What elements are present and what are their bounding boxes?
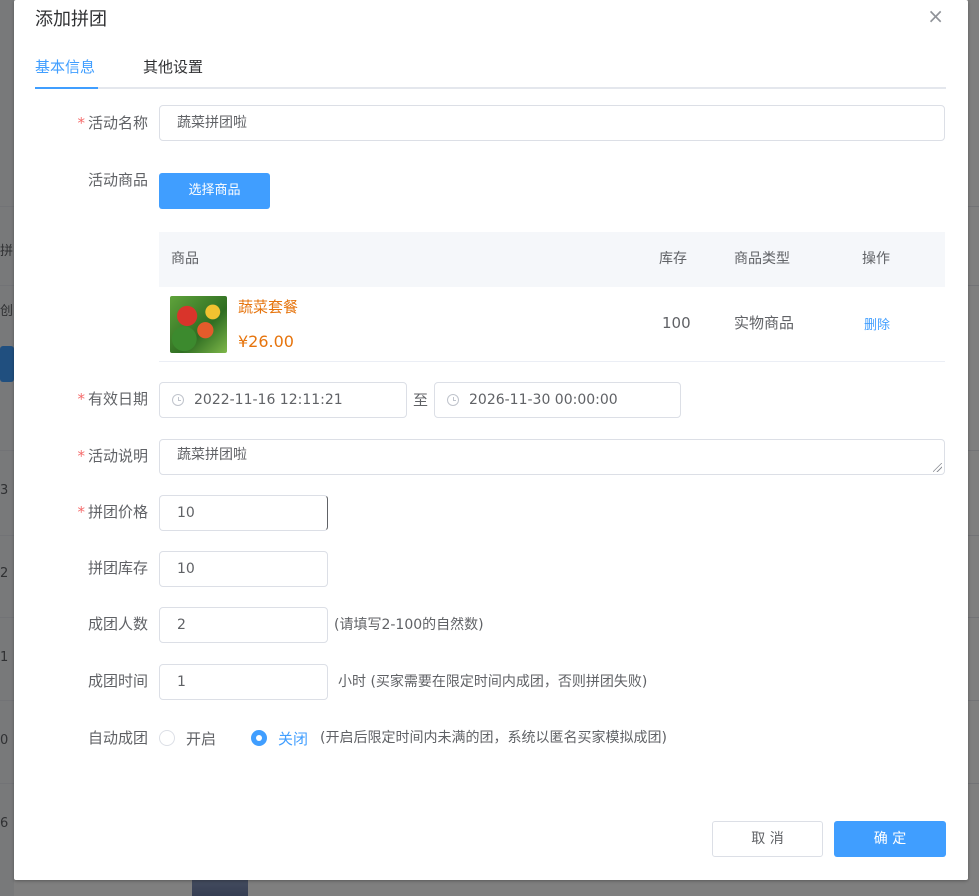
group-time-label: 成团时间	[87, 672, 148, 690]
auto-group-on-radio[interactable]: 开启	[159, 729, 229, 748]
header-goods: 商品	[171, 251, 199, 267]
tab-other-settings[interactable]: 其他设置	[143, 56, 203, 78]
radio-label-on: 开启	[186, 730, 217, 748]
radio-label-off: 关闭	[278, 730, 309, 748]
end-date-input[interactable]: 2026-11-30 00:00:00	[434, 382, 681, 418]
radio-circle-checked	[251, 730, 267, 746]
clock-icon	[447, 394, 459, 406]
table-header: 商品 库存 商品类型 操作	[159, 232, 945, 287]
activity-name-label: * 活动名称	[77, 114, 148, 132]
group-time-hint: 小时 (买家需要在限定时间内成团，否则拼团失败)	[338, 674, 648, 690]
group-time-input[interactable]: 1	[159, 664, 328, 700]
start-date-input[interactable]: 2022-11-16 12:11:21	[159, 382, 407, 418]
auto-group-label: 自动成团	[87, 729, 148, 747]
table-row: 蔬菜套餐 ¥26.00 100 实物商品 删除	[159, 287, 945, 362]
product-price: ¥26.00	[238, 332, 294, 351]
required-mark: *	[77, 390, 85, 408]
auto-group-hint: (开启后限定时间内未满的团，系统以匿名买家模拟成团)	[320, 730, 667, 746]
header-type: 商品类型	[734, 251, 790, 267]
description-value: 蔬菜拼团啦	[177, 447, 247, 463]
description-textarea[interactable]: 蔬菜拼团啦	[159, 439, 945, 475]
product-name: 蔬菜套餐	[238, 298, 299, 316]
group-price-input[interactable]: 10	[159, 495, 328, 531]
group-stock-label: 拼团库存	[87, 559, 148, 577]
goods-table: 商品 库存 商品类型 操作 蔬菜套餐 ¥26.00 100 实物商品 删除	[159, 232, 945, 362]
tab-bar: 基本信息 其他设置	[35, 52, 946, 89]
confirm-button[interactable]: 确 定	[834, 821, 946, 857]
required-mark: *	[77, 114, 85, 132]
activity-name-input[interactable]: 蔬菜拼团啦	[159, 105, 945, 141]
tab-basic-info[interactable]: 基本信息	[35, 56, 95, 78]
active-tab-indicator	[35, 87, 98, 89]
end-date-value: 2026-11-30 00:00:00	[469, 392, 618, 408]
radio-circle	[159, 730, 175, 746]
delete-product-link[interactable]: 删除	[864, 314, 890, 333]
header-stock: 库存	[659, 251, 687, 267]
required-mark: *	[77, 503, 85, 521]
header-action: 操作	[862, 251, 890, 267]
group-stock-input[interactable]: 10	[159, 551, 328, 587]
required-mark: *	[77, 447, 85, 465]
product-stock: 100	[662, 314, 691, 332]
activity-goods-label: 活动商品	[87, 171, 148, 189]
date-range-separator: 至	[413, 391, 429, 409]
group-size-hint: (请填写2-100的自然数)	[334, 617, 484, 633]
auto-group-off-radio[interactable]: 关闭	[251, 729, 331, 748]
close-icon[interactable]: ×	[927, 6, 944, 26]
add-group-buy-dialog: 添加拼团 × 基本信息 其他设置 * 活动名称 蔬菜拼团啦 活动商品 选择商品 商…	[14, 0, 968, 880]
cancel-button[interactable]: 取 消	[712, 821, 823, 857]
dialog-title: 添加拼团	[35, 9, 107, 30]
select-goods-button[interactable]: 选择商品	[159, 173, 270, 209]
description-label: * 活动说明	[77, 447, 148, 465]
start-date-value: 2022-11-16 12:11:21	[194, 392, 343, 408]
product-type: 实物商品	[734, 314, 795, 332]
group-size-input[interactable]: 2	[159, 607, 328, 643]
resize-handle-icon[interactable]	[933, 463, 942, 472]
group-size-label: 成团人数	[87, 615, 148, 633]
group-price-label: * 拼团价格	[77, 503, 148, 521]
clock-icon	[172, 394, 184, 406]
vegetable-product-image	[170, 296, 227, 353]
valid-date-label: * 有效日期	[77, 390, 148, 408]
